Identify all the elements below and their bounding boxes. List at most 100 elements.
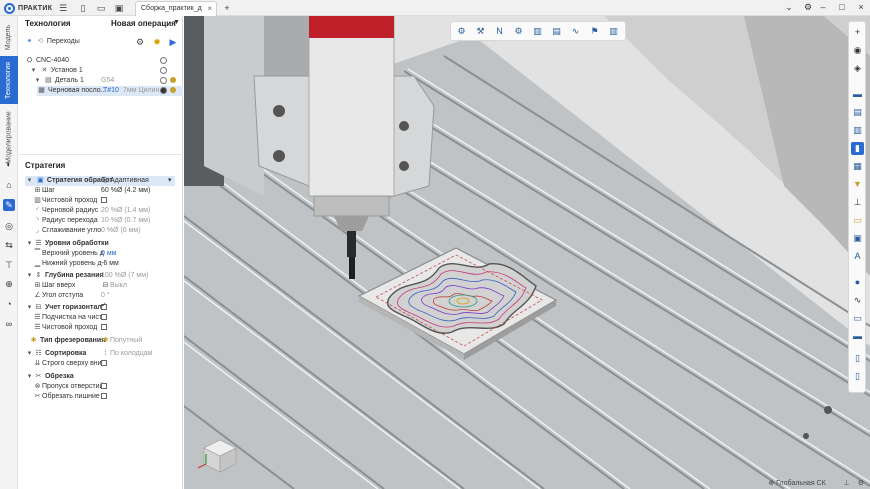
- strategy-main-select[interactable]: ◎Адаптивная: [101, 176, 148, 186]
- cleanup-checkbox[interactable]: [101, 313, 107, 323]
- close-tab-icon[interactable]: ×: [207, 4, 212, 13]
- checkbox[interactable]: [101, 393, 107, 400]
- param-value[interactable]: 60 %Ø (4.2 мм): [101, 186, 150, 196]
- gear-icon[interactable]: ⚙: [802, 2, 814, 13]
- param-value[interactable]: 0 °: [101, 291, 110, 301]
- param-step[interactable]: ⊞ Шаг 60 %Ø (4.2 мм): [33, 186, 151, 196]
- tool-settings-icon[interactable]: ⚙: [512, 25, 525, 38]
- text-icon[interactable]: A: [851, 250, 864, 263]
- transitions-row[interactable]: ⚭ ⟲ Переходы: [25, 37, 80, 47]
- axis-icon[interactable]: ⊥: [844, 480, 850, 487]
- point-icon[interactable]: ●: [851, 276, 864, 289]
- report-icon[interactable]: ▤: [550, 25, 563, 38]
- play-icon[interactable]: ▶: [168, 37, 178, 47]
- tree-item-setup[interactable]: ▾ ✕ Установ 1: [29, 66, 83, 76]
- checkbox[interactable]: [101, 324, 107, 331]
- horizontal-checkbox[interactable]: [101, 301, 107, 313]
- stock-icon[interactable]: ⌂: [3, 179, 15, 191]
- cylinder-icon[interactable]: ◎: [3, 220, 15, 232]
- menu-icon[interactable]: ☰: [58, 3, 68, 13]
- checkbox[interactable]: [101, 301, 107, 311]
- maximize-icon[interactable]: □: [836, 2, 848, 12]
- param-value[interactable]: 0 мм: [101, 249, 116, 259]
- levels-section[interactable]: ▾ ☰ Уровни обработки: [25, 239, 109, 249]
- param-rough-radius[interactable]: ◜ Черновой радиус 20 %Ø (1.4 мм): [33, 206, 150, 216]
- document-tab[interactable]: Сборка_практик_д ×: [135, 1, 217, 16]
- top-down-checkbox[interactable]: [101, 359, 107, 369]
- toolpath-icon[interactable]: ⇆: [3, 239, 15, 251]
- chevron-down-icon[interactable]: ▼: [173, 19, 180, 26]
- new-operation-button[interactable]: Новая операция: [111, 19, 176, 28]
- sorting-select[interactable]: ⁞ По колодцам: [101, 349, 153, 359]
- more-icon[interactable]: ∞: [3, 318, 15, 330]
- param-trim-extra[interactable]: ✂ Обрезать пишние: [33, 392, 107, 402]
- sun-icon[interactable]: ✹: [152, 37, 162, 47]
- holder-icon[interactable]: ▥: [531, 25, 544, 38]
- param-bottom-level[interactable]: ▁ Нижний уровень д -6 мм: [33, 259, 119, 269]
- ruler-icon[interactable]: ▭: [851, 214, 864, 227]
- graph-icon[interactable]: ∿: [569, 25, 582, 38]
- axis-view-icon[interactable]: ⊥: [851, 196, 864, 209]
- surface-icon[interactable]: ▬: [851, 330, 864, 343]
- coordinate-system-label[interactable]: Глобальная СК: [776, 480, 826, 487]
- param-value[interactable]: -6 мм: [101, 259, 119, 269]
- finish-horizontal-checkbox[interactable]: [101, 323, 107, 333]
- chevron-down-icon[interactable]: ⌄: [783, 2, 795, 13]
- tab-model[interactable]: Модель: [0, 20, 18, 54]
- tab-technology[interactable]: Технология: [0, 56, 18, 104]
- close-window-icon[interactable]: ×: [855, 2, 867, 12]
- settings-gear-icon[interactable]: ⚙: [135, 37, 145, 47]
- checkbox[interactable]: [101, 383, 107, 390]
- sphere-icon[interactable]: ◐: [3, 158, 15, 170]
- open-folder-icon[interactable]: ▭: [96, 3, 106, 13]
- book-open-icon[interactable]: ▯: [851, 370, 864, 383]
- visibility-toggle[interactable]: [160, 77, 167, 84]
- param-corner-smoothing[interactable]: ◞ Сглаживание угло 0 %Ø (0 мм): [33, 226, 140, 236]
- spindle-icon[interactable]: ⊕: [3, 278, 15, 290]
- new-file-icon[interactable]: ▯: [78, 3, 88, 13]
- param-step-up[interactable]: ⊞ Шаг вверх ⊟ Выкл: [33, 281, 127, 291]
- milling-type-select[interactable]: ✱ Попутный: [101, 336, 143, 346]
- minimize-icon[interactable]: –: [817, 2, 829, 12]
- param-finish-pass[interactable]: ▥Чистовой проход: [33, 196, 107, 206]
- finish-pass-checkbox[interactable]: [101, 196, 107, 206]
- visibility-toggle[interactable]: [160, 67, 167, 74]
- stats-icon[interactable]: ▥: [607, 25, 620, 38]
- timer-icon[interactable]: ◔: [3, 298, 15, 310]
- page-icon[interactable]: ▣: [851, 232, 864, 245]
- 3d-viewport[interactable]: ⚙ ⚒ N ⚙ ▥ ▤ ∿ ⚑ ▥ + ◉ ◈ ▬ ▤ ▥ ▮ ▦ ▼ ⊥ ▭ …: [184, 16, 870, 489]
- sphere-view-icon[interactable]: ◉: [851, 44, 864, 57]
- simulate-icon[interactable]: ⚙: [455, 25, 468, 38]
- param-skip-holes[interactable]: ⊗ Пропуск отверстий: [33, 382, 107, 392]
- strategy-main-row[interactable]: ▾ ▣ Стратегия обработ ◎Адаптивная ▾: [25, 176, 175, 186]
- stock-view-icon[interactable]: ▬: [851, 88, 864, 101]
- trimming-section[interactable]: ▾ ✂ Обрезка: [25, 372, 74, 382]
- nc-code-icon[interactable]: N: [493, 25, 506, 38]
- layer-view-icon[interactable]: ▤: [851, 106, 864, 119]
- add-icon[interactable]: +: [851, 26, 864, 39]
- visibility-toggle[interactable]: [160, 87, 167, 94]
- box-view-icon[interactable]: ◈: [851, 62, 864, 75]
- add-tab-icon[interactable]: +: [222, 3, 232, 13]
- section-icon[interactable]: ▭: [851, 312, 864, 325]
- checkbox[interactable]: [101, 314, 107, 321]
- step-up-value[interactable]: ⊟ Выкл: [101, 281, 127, 291]
- tree-item-part[interactable]: ▾ ▤ Деталь 1 G54: [33, 76, 163, 86]
- horizontal-section[interactable]: ▾ ⊟ Учет горизонталь: [25, 301, 181, 313]
- param-transition-radius[interactable]: ◝ Радиус перехода 10 %Ø (0.7 мм): [33, 216, 150, 226]
- fixture-view-icon[interactable]: ▥: [851, 124, 864, 137]
- skip-holes-checkbox[interactable]: [101, 382, 107, 392]
- save-icon[interactable]: ▣: [114, 3, 124, 13]
- param-retract-angle[interactable]: ∠Угол отступа 0 °: [33, 291, 109, 301]
- param-top-down[interactable]: ⇊ Строго сверху вни: [33, 359, 107, 369]
- sorting-section[interactable]: ▾ ☷ Сортировка ⁞ По колодцам: [25, 349, 181, 359]
- depth-value[interactable]: 100 %Ø (7 мм): [101, 271, 148, 281]
- flag-icon[interactable]: ⚑: [588, 25, 601, 38]
- checkbox[interactable]: [101, 197, 107, 204]
- visibility-toggle[interactable]: [160, 57, 167, 64]
- cylinder-view-icon[interactable]: ▮: [851, 142, 864, 155]
- view-settings-icon[interactable]: ⚙: [858, 480, 864, 487]
- tool-view-icon[interactable]: ▼: [851, 178, 864, 191]
- milling-type-row[interactable]: ✱ Тип фрезерования ✱ Попутный: [29, 336, 179, 346]
- param-cleanup[interactable]: ☰Подчистка на чист: [33, 313, 107, 323]
